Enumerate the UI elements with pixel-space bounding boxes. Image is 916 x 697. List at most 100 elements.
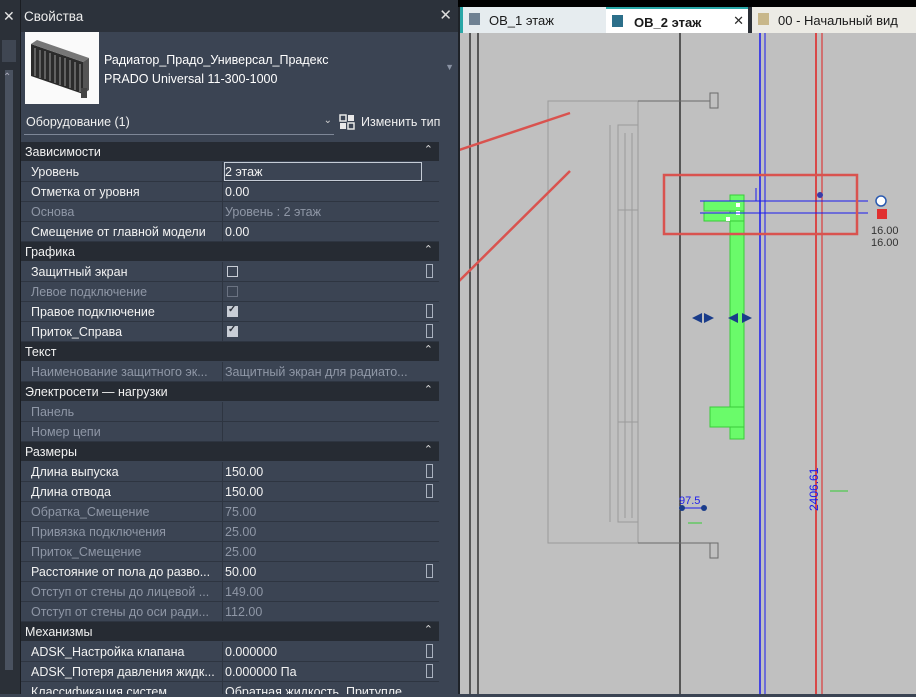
property-row: Приток_Смещение 25.00 [21,542,439,562]
view-icon [758,13,769,25]
property-label: Отступ от стены до оси ради... [31,605,209,619]
property-row[interactable]: ADSK_Потеря давления жидк... 0.000000 Па [21,662,439,682]
tab-ob2-floor[interactable]: ОВ_2 этаж ✕ [606,7,748,35]
drawing-canvas[interactable]: 16.00 16.00 97.5 2406.61 [368,33,916,694]
property-row[interactable]: Классификация систем Обратная жидкость, П… [21,682,439,694]
property-value[interactable]: 50.00 [225,565,421,579]
property-checkbox[interactable] [227,266,238,277]
property-row[interactable]: Приток_Справа [21,322,439,342]
collapse-icon[interactable]: ⌃ [424,383,433,396]
close-icon[interactable]: ✕ [733,13,744,29]
tab-ob1-floor[interactable]: ОВ_1 этаж [460,7,606,33]
property-row[interactable]: Уровень 2 этаж [21,162,439,182]
property-row: Привязка подключения 25.00 [21,522,439,542]
group-header[interactable]: Механизмы ⌃ [21,622,439,641]
group-header[interactable]: Размеры ⌃ [21,442,439,461]
group-header[interactable]: Зависимости ⌃ [21,142,439,161]
collapse-icon[interactable]: ⌃ [424,243,433,256]
panel-tab[interactable] [2,40,16,62]
property-value[interactable]: 150.00 [225,485,421,499]
property-row[interactable]: Длина отвода 150.00 [21,482,439,502]
property-label: Классификация систем [31,685,167,694]
associate-parameter-button[interactable] [426,464,433,478]
associate-parameter-button[interactable] [426,264,433,278]
type-name: PRADO Universal 11-300-1000 [104,72,278,86]
property-label: Уровень [31,165,80,179]
close-icon[interactable]: ✕ [3,8,15,25]
group-header[interactable]: Графика ⌃ [21,242,439,261]
property-label: Правое подключение [31,305,155,319]
annotation-value-top: 16.00 [871,225,899,237]
property-row: Основа Уровень : 2 этаж [21,202,439,222]
group-title: Электросети — нагрузки [25,385,168,399]
property-label: Приток_Смещение [31,545,142,559]
property-row[interactable]: Правое подключение [21,302,439,322]
associate-parameter-button[interactable] [426,564,433,578]
associate-parameter-button[interactable] [426,324,433,338]
tab-start-view[interactable]: 00 - Начальный вид [752,7,916,33]
property-value[interactable]: 0.00 [225,225,421,239]
scrollbar[interactable] [5,70,13,670]
property-row[interactable]: Отметка от уровня 0.00 [21,182,439,202]
associate-parameter-button[interactable] [426,304,433,318]
property-value: Защитный экран для радиато... [225,365,408,379]
property-value: 149.00 [225,585,264,599]
chevron-down-icon[interactable]: ⌄ [324,115,332,126]
group-header[interactable]: Электросети — нагрузки ⌃ [21,382,439,401]
property-row: Наименование защитного эк... Защитный экр… [21,362,439,382]
property-checkbox[interactable] [227,324,238,337]
associate-parameter-button[interactable] [426,484,433,498]
property-label: Защитный экран [31,265,128,279]
property-value[interactable]: Обратная жидкость, Притупле [225,685,421,694]
type-selector[interactable]: Радиатор_Прадо_Универсал_Прадекс PRADO U… [21,32,458,106]
type-family-name: Радиатор_Прадо_Универсал_Прадекс [104,53,329,67]
property-value[interactable]: 0.000000 [225,645,421,659]
drawing-viewport[interactable]: 16.00 16.00 97.5 2406.61 [368,33,916,694]
property-label: Расстояние от пола до разво... [31,565,211,579]
property-label: Панель [31,405,75,419]
chevron-up-icon[interactable]: ⌃ [3,72,11,83]
tab-label: ОВ_1 этаж [489,13,554,28]
property-label: ADSK_Настройка клапана [31,645,185,659]
collapse-icon[interactable]: ⌃ [424,443,433,456]
property-row[interactable]: Защитный экран [21,262,439,282]
group-title: Текст [25,345,57,359]
top-bar [458,0,916,7]
property-label: Наименование защитного эк... [31,365,208,379]
view-tabs: ОВ_1 этаж ОВ_2 этаж ✕ 00 - Начальный вид [460,7,916,35]
associate-parameter-button[interactable] [426,644,433,658]
close-icon[interactable]: ✕ [439,6,452,24]
tab-label: ОВ_2 этаж [634,15,702,30]
property-row: Обратка_Смещение 75.00 [21,502,439,522]
property-label: Основа [31,205,75,219]
property-value[interactable]: 150.00 [225,465,421,479]
property-row: Панель [21,402,439,422]
edit-type-button[interactable]: Изменить тип [339,112,457,134]
category-filter-select[interactable]: Оборудование (1) ⌄ [24,112,334,135]
property-label: Левое подключение [31,285,148,299]
selection-filter-row: Оборудование (1) ⌄ Изменить тип [21,110,458,138]
collapse-icon[interactable]: ⌃ [424,343,433,356]
property-value[interactable]: 0.000000 Па [225,665,421,679]
collapse-icon[interactable]: ⌃ [424,623,433,636]
panel-title: Свойства [24,9,84,24]
property-label: Отступ от стены до лицевой ... [31,585,210,599]
property-row[interactable]: Длина выпуска 150.00 [21,462,439,482]
chevron-down-icon[interactable]: ▼ [445,62,454,72]
property-label: Длина отвода [31,485,111,499]
property-label: Обратка_Смещение [31,505,150,519]
annotation-value-bottom: 16.00 [871,237,899,249]
property-row[interactable]: ADSK_Настройка клапана 0.000000 [21,642,439,662]
property-row: Отступ от стены до оси ради... 112.00 [21,602,439,622]
associate-parameter-button[interactable] [426,664,433,678]
group-header[interactable]: Текст ⌃ [21,342,439,361]
property-row[interactable]: Расстояние от пола до разво... 50.00 [21,562,439,582]
property-value: 25.00 [225,525,257,539]
property-checkbox[interactable] [227,304,238,317]
property-value[interactable]: 0.00 [225,185,421,199]
property-value[interactable]: 2 этаж [225,165,421,179]
collapse-icon[interactable]: ⌃ [424,143,433,156]
category-filter-value: Оборудование (1) [26,115,130,129]
property-row[interactable]: Смещение от главной модели 0.00 [21,222,439,242]
property-label: Отметка от уровня [31,185,140,199]
